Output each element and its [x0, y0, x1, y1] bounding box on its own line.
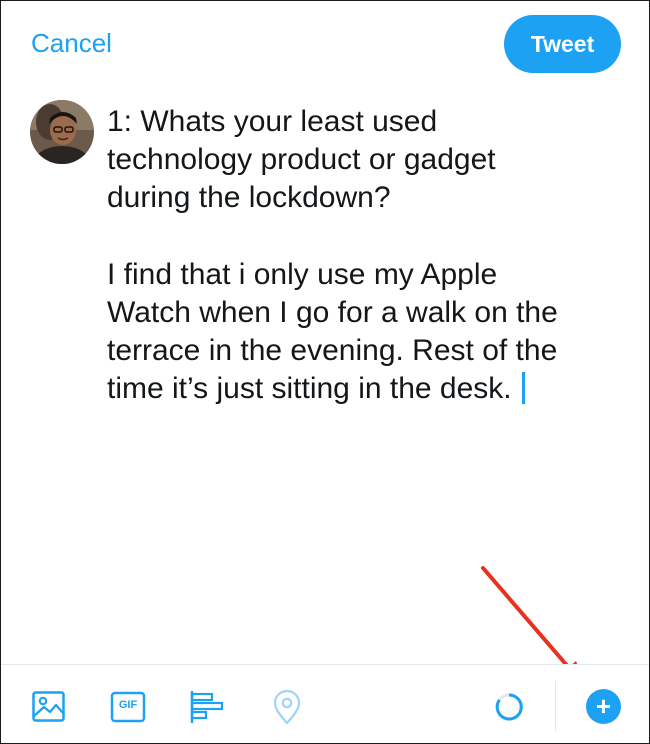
cancel-button[interactable]: Cancel: [31, 28, 112, 59]
add-tweet-button[interactable]: +: [586, 689, 621, 724]
image-icon[interactable]: [31, 689, 67, 725]
avatar-image: [30, 100, 94, 164]
location-icon[interactable]: [269, 689, 305, 725]
character-count-icon: [491, 689, 527, 725]
text-cursor: [521, 372, 525, 405]
toolbar-divider: [555, 681, 556, 731]
compose-tweet-screen: Cancel Tweet 1: Whats your least used te…: [0, 0, 650, 744]
tweet-button[interactable]: Tweet: [504, 15, 621, 73]
compose-text-area[interactable]: 1: Whats your least used technology prod…: [107, 103, 622, 409]
compose-toolbar: GIF +: [1, 664, 649, 743]
poll-icon[interactable]: [188, 689, 224, 725]
gif-icon[interactable]: GIF: [110, 689, 146, 725]
gif-label: GIF: [118, 699, 138, 711]
tweet-text: 1: Whats your least used technology prod…: [107, 105, 558, 406]
avatar: [30, 100, 94, 164]
